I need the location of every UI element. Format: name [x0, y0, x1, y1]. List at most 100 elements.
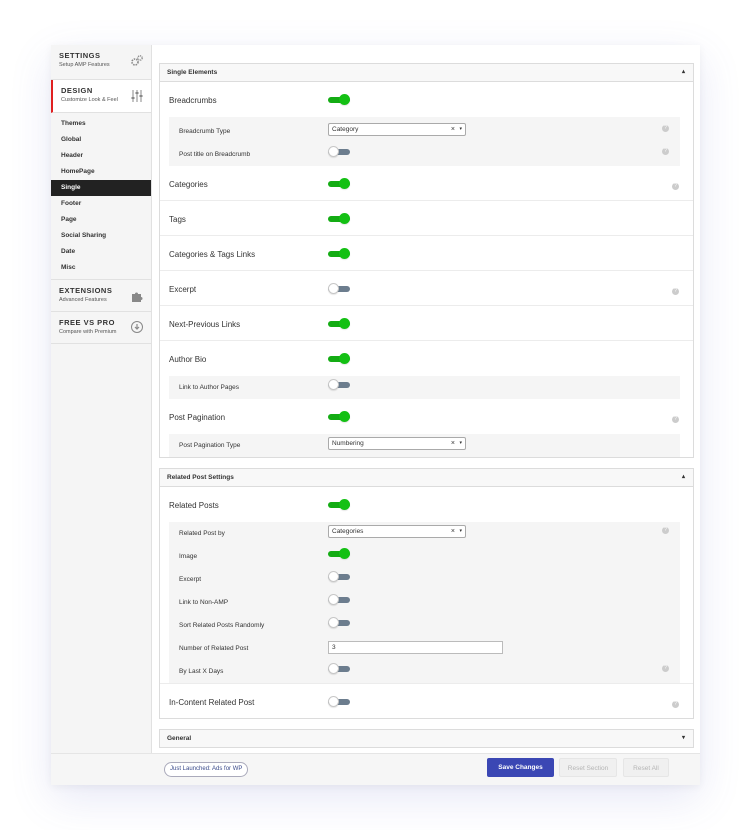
collapse-caret-icon[interactable]: ▴ — [682, 64, 685, 81]
clear-icon[interactable]: × — [451, 526, 455, 537]
save-changes-button[interactable]: Save Changes — [487, 758, 554, 777]
sidebar-item-social-sharing[interactable]: Social Sharing — [51, 228, 151, 244]
sidebar-item-themes[interactable]: Themes — [51, 116, 151, 132]
sidebar: SETTINGS Setup AMP Features DESIGN Custo… — [51, 45, 152, 785]
number-of-related-post-input[interactable]: 3 — [328, 641, 503, 654]
post-pagination-type-label: Post Pagination Type — [179, 442, 241, 449]
link-to-non-amp-toggle[interactable] — [328, 594, 350, 606]
author-bio-toggle[interactable] — [328, 353, 350, 365]
sort-randomly-toggle[interactable] — [328, 617, 350, 629]
single-elements-title: Single Elements — [167, 69, 218, 76]
reset-all-button[interactable]: Reset All — [623, 758, 669, 777]
number-of-related-post-label: Number of Related Post — [179, 645, 249, 652]
excerpt-toggle[interactable] — [328, 283, 350, 295]
related-post-settings-header[interactable]: Related Post Settings ▴ — [160, 469, 693, 487]
sidebar-item-date[interactable]: Date — [51, 244, 151, 260]
related-image-row: Image — [169, 545, 680, 568]
help-icon[interactable]: ? — [672, 416, 679, 423]
related-post-by-value: Categories — [332, 528, 364, 535]
by-last-x-days-row: By Last X Days ? — [169, 660, 680, 683]
sidebar-item-misc[interactable]: Misc — [51, 260, 151, 276]
in-content-related-post-label: In-Content Related Post — [169, 698, 255, 707]
next-previous-links-toggle[interactable] — [328, 318, 350, 330]
related-excerpt-toggle[interactable] — [328, 571, 350, 583]
help-icon[interactable]: ? — [662, 527, 669, 534]
help-icon[interactable]: ? — [662, 125, 669, 132]
post-pagination-type-select[interactable]: Numbering × ▾ — [328, 437, 466, 450]
categories-label: Categories — [169, 180, 208, 189]
reset-section-button[interactable]: Reset Section — [559, 758, 617, 777]
tags-row: Tags — [160, 201, 693, 236]
by-last-x-days-toggle[interactable] — [328, 663, 350, 675]
related-excerpt-label: Excerpt — [179, 576, 202, 583]
categories-toggle[interactable] — [328, 178, 350, 190]
ads-for-wp-promo-link[interactable]: Just Launched: Ads for WP — [164, 762, 249, 777]
expand-caret-icon[interactable]: ▾ — [682, 730, 685, 747]
help-icon[interactable]: ? — [662, 148, 669, 155]
general-panel: General ▾ — [159, 729, 694, 748]
related-image-toggle[interactable] — [328, 548, 350, 560]
related-image-label: Image — [179, 553, 198, 560]
tags-label: Tags — [169, 215, 186, 224]
help-icon[interactable]: ? — [672, 701, 679, 708]
sidebar-item-header[interactable]: Header — [51, 148, 151, 164]
sidebar-settings[interactable]: SETTINGS Setup AMP Features — [51, 45, 151, 80]
post-title-breadcrumb-label: Post title on Breadcrumb — [179, 151, 251, 158]
help-icon[interactable]: ? — [672, 183, 679, 190]
sidebar-item-footer[interactable]: Footer — [51, 196, 151, 212]
excerpt-row: Excerpt ? — [160, 271, 693, 306]
categories-tags-links-toggle[interactable] — [328, 248, 350, 260]
post-pagination-type-value: Numbering — [332, 440, 364, 447]
chevron-down-icon[interactable]: ▾ — [459, 526, 462, 537]
breadcrumb-type-select[interactable]: Category × ▾ — [328, 123, 466, 136]
related-post-by-select[interactable]: Categories × ▾ — [328, 525, 466, 538]
related-post-settings-panel: Related Post Settings ▴ Related Posts Re… — [159, 468, 694, 719]
sort-randomly-row: Sort Related Posts Randomly — [169, 614, 680, 637]
in-content-related-post-toggle[interactable] — [328, 696, 350, 708]
categories-row: Categories ? — [160, 166, 693, 201]
post-pagination-row: Post Pagination ? — [160, 399, 693, 434]
sidebar-design[interactable]: DESIGN Customize Look & Feel — [51, 80, 151, 113]
number-of-related-post-row: Number of Related Post 3 — [169, 637, 680, 660]
help-icon[interactable]: ? — [662, 665, 669, 672]
general-title: General — [167, 735, 192, 742]
clear-icon[interactable]: × — [451, 124, 455, 135]
author-bio-label: Author Bio — [169, 355, 207, 364]
tags-toggle[interactable] — [328, 213, 350, 225]
excerpt-label: Excerpt — [169, 285, 197, 294]
categories-tags-links-label: Categories & Tags Links — [169, 250, 256, 259]
author-bio-row: Author Bio — [160, 341, 693, 376]
puzzle-icon — [130, 289, 144, 303]
single-elements-header[interactable]: Single Elements ▴ — [160, 64, 693, 82]
sidebar-extensions[interactable]: EXTENSIONS Advanced Features — [51, 280, 151, 312]
breadcrumbs-row: Breadcrumbs — [160, 82, 693, 117]
categories-tags-links-row: Categories & Tags Links — [160, 236, 693, 271]
link-to-author-pages-label: Link to Author Pages — [179, 384, 239, 391]
sidebar-free-vs-pro[interactable]: FREE VS PRO Compare with Premium — [51, 312, 151, 344]
sliders-icon — [130, 89, 144, 103]
sidebar-item-homepage[interactable]: HomePage — [51, 164, 151, 180]
sidebar-item-page[interactable]: Page — [51, 212, 151, 228]
general-header[interactable]: General ▾ — [160, 730, 693, 747]
post-pagination-toggle[interactable] — [328, 411, 350, 423]
options-panel: SETTINGS Setup AMP Features DESIGN Custo… — [51, 45, 700, 785]
help-icon[interactable]: ? — [672, 288, 679, 295]
post-title-breadcrumb-row: Post title on Breadcrumb ? — [169, 143, 680, 166]
related-post-by-label: Related Post by — [179, 530, 225, 537]
breadcrumbs-toggle[interactable] — [328, 94, 350, 106]
clear-icon[interactable]: × — [451, 438, 455, 449]
breadcrumbs-label: Breadcrumbs — [169, 96, 217, 105]
chevron-down-icon[interactable]: ▾ — [459, 438, 462, 449]
download-icon — [130, 321, 144, 335]
link-to-author-pages-toggle[interactable] — [328, 379, 350, 391]
sidebar-design-menu: Themes Global Header HomePage Single Foo… — [51, 113, 151, 280]
sidebar-item-global[interactable]: Global — [51, 132, 151, 148]
chevron-down-icon[interactable]: ▾ — [459, 124, 462, 135]
post-title-breadcrumb-toggle[interactable] — [328, 146, 350, 158]
in-content-related-post-row: In-Content Related Post ? — [160, 683, 693, 718]
sidebar-item-single[interactable]: Single — [51, 180, 151, 196]
related-posts-toggle[interactable] — [328, 499, 350, 511]
options-footer: Just Launched: Ads for WP Save Changes R… — [51, 753, 700, 785]
gears-icon — [130, 54, 144, 68]
collapse-caret-icon[interactable]: ▴ — [682, 469, 685, 486]
